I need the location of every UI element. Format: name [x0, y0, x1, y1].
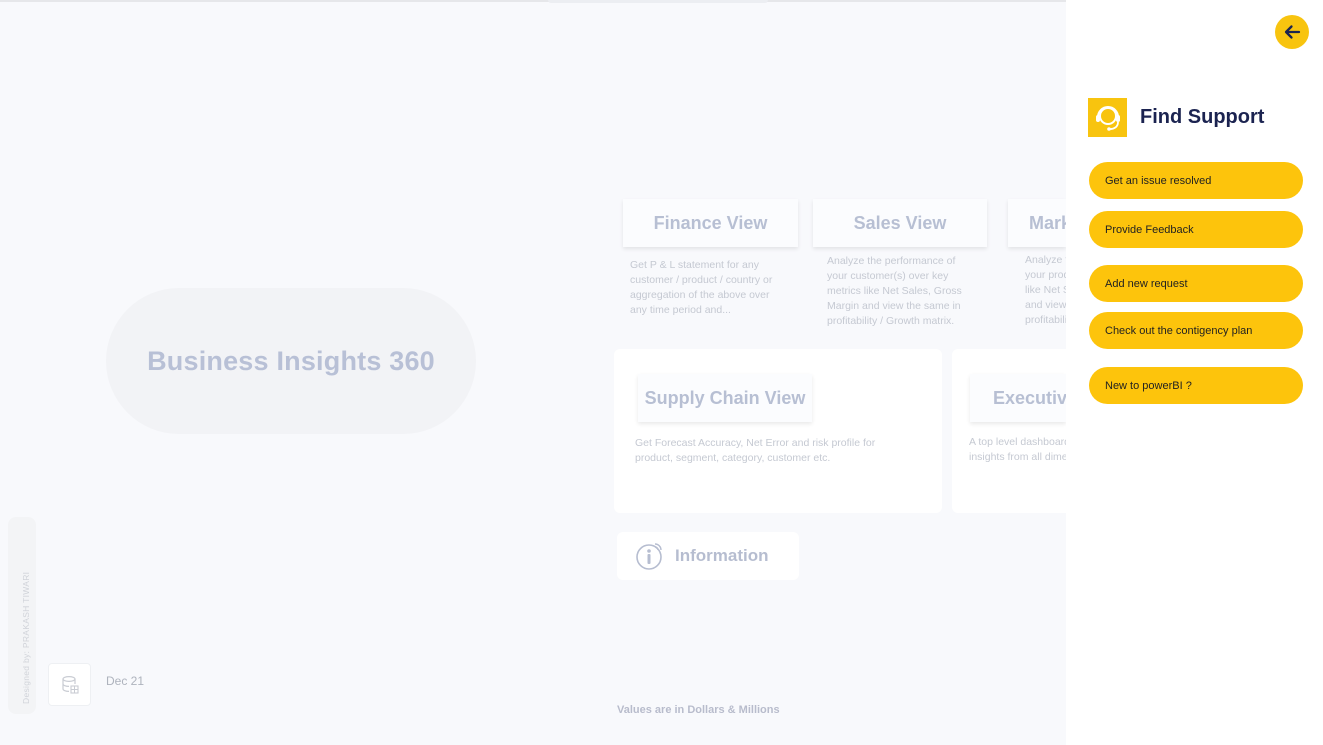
designer-credit: Designed by: PRAKASH TIWARI	[21, 571, 31, 704]
hero-banner: Business Insights 360	[106, 288, 476, 434]
sales-view-button[interactable]: Sales View	[813, 199, 987, 247]
back-button[interactable]	[1275, 15, 1309, 49]
headset-icon	[1095, 105, 1120, 131]
values-footnote: Values are in Dollars & Millions	[617, 704, 780, 716]
data-refresh-box	[48, 663, 91, 706]
executive-view-description: A top level dashboard consolidating top …	[969, 436, 1066, 463]
finance-view-description: Get P & L statement for any customer / p…	[630, 259, 773, 316]
supply-chain-view-description: Get Forecast Accuracy, Net Error and ris…	[635, 437, 876, 464]
last-refresh-date: Dec 21	[106, 674, 145, 688]
database-icon	[61, 675, 79, 694]
marketing-view-description: Analyze the performance of your products…	[1025, 254, 1066, 326]
top-tab-indicator	[548, 0, 768, 3]
information-label: Information	[675, 546, 769, 565]
contingency-plan-button[interactable]: Check out the contigency plan	[1089, 312, 1303, 349]
finance-view-button[interactable]: Finance View	[623, 199, 798, 247]
support-logo	[1088, 98, 1127, 137]
add-new-request-button[interactable]: Add new request	[1089, 265, 1303, 302]
new-to-powerbi-button[interactable]: New to powerBI ?	[1089, 367, 1303, 404]
executive-view-button[interactable]: Executive View	[970, 374, 1066, 422]
page-title: Business Insights 360	[147, 345, 435, 376]
arrow-left-icon	[1284, 25, 1301, 39]
supply-chain-view-button[interactable]: Supply Chain View	[638, 374, 812, 422]
info-icon	[636, 543, 662, 570]
support-title: Find Support	[1140, 106, 1265, 128]
information-button[interactable]: Information	[617, 532, 799, 580]
provide-feedback-button[interactable]: Provide Feedback	[1089, 211, 1303, 248]
sales-view-description: Analyze the performance of your customer…	[827, 255, 962, 327]
marketing-view-button[interactable]: Marketing View	[1008, 199, 1066, 247]
get-issue-resolved-button[interactable]: Get an issue resolved	[1089, 162, 1303, 199]
dimmed-background: Business Insights 360 Finance View Get P…	[0, 0, 1323, 745]
